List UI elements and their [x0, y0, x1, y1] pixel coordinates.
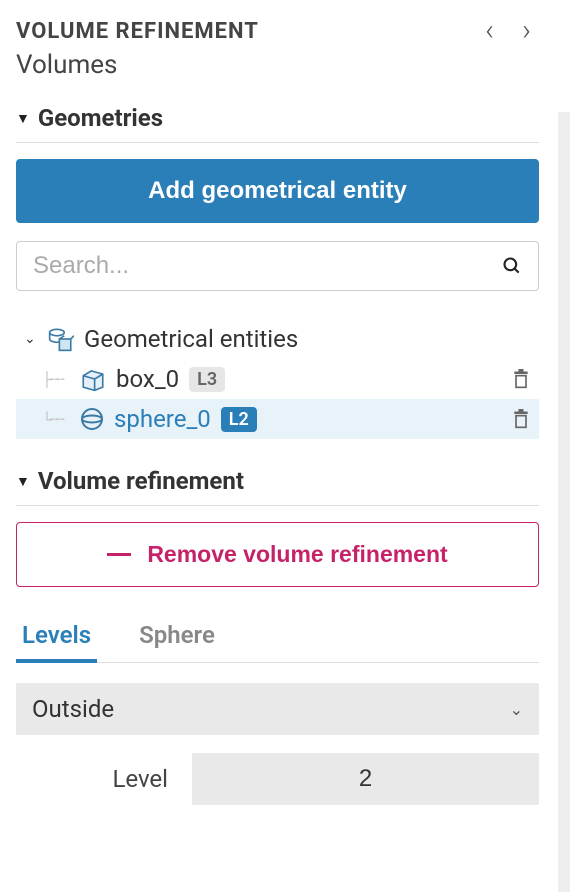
- minus-icon: [107, 553, 131, 556]
- tree-connector-icon: └╌╌: [42, 411, 70, 428]
- volume-refinement-section: ▼ Volume refinement Remove volume refine…: [16, 467, 539, 805]
- tree-connector-icon: ├╌╌: [42, 371, 70, 388]
- entity-tree: ⌄ Geometrical entities ├╌╌ box_0 L3: [16, 319, 539, 439]
- chevron-down-icon: ⌄: [24, 331, 38, 347]
- sphere-icon: [80, 407, 104, 431]
- chevron-down-icon: ⌄: [510, 700, 523, 719]
- remove-button-label: Remove volume refinement: [147, 541, 447, 568]
- tree-item-box[interactable]: ├╌╌ box_0 L3: [16, 359, 539, 399]
- disclosure-triangle-icon: ▼: [16, 473, 30, 490]
- nav-arrows: ‹ ›: [485, 16, 539, 46]
- scrollbar[interactable]: [558, 112, 570, 892]
- database-cube-icon: [48, 326, 74, 352]
- tree-item-sphere[interactable]: └╌╌ sphere_0 L2: [16, 399, 539, 439]
- add-geometrical-entity-button[interactable]: Add geometrical entity: [16, 159, 539, 223]
- search-wrap: [16, 241, 539, 291]
- geometries-section-header[interactable]: ▼ Geometries: [16, 104, 539, 143]
- trash-icon[interactable]: [511, 408, 531, 430]
- tree-root-label: Geometrical entities: [84, 325, 298, 353]
- tree-item-label: box_0: [116, 365, 179, 393]
- page-title: VOLUME REFINEMENT: [16, 19, 259, 44]
- tabs: Levels Sphere: [16, 611, 539, 663]
- outside-dropdown[interactable]: Outside ⌄: [16, 683, 539, 735]
- volume-refinement-section-title: Volume refinement: [38, 467, 244, 495]
- search-input[interactable]: [33, 252, 502, 280]
- trash-icon[interactable]: [511, 368, 531, 390]
- dropdown-value: Outside: [32, 695, 114, 723]
- tree-root[interactable]: ⌄ Geometrical entities: [16, 319, 539, 359]
- level-badge: L3: [189, 367, 225, 392]
- subtitle: Volumes: [16, 50, 539, 80]
- tab-sphere[interactable]: Sphere: [133, 611, 221, 663]
- level-input[interactable]: [192, 753, 539, 805]
- nav-next-button[interactable]: ›: [522, 16, 531, 46]
- geometries-section: ▼ Geometries Add geometrical entity ⌄: [16, 104, 539, 439]
- disclosure-triangle-icon: ▼: [16, 110, 30, 127]
- level-field-label: Level: [16, 765, 176, 793]
- volume-refinement-section-header[interactable]: ▼ Volume refinement: [16, 467, 539, 506]
- nav-prev-button[interactable]: ‹: [485, 16, 494, 46]
- geometries-section-title: Geometries: [38, 104, 163, 132]
- tab-levels[interactable]: Levels: [16, 611, 97, 663]
- search-icon: [502, 256, 522, 276]
- cube-icon: [80, 366, 106, 392]
- level-field-row: Level: [16, 753, 539, 805]
- level-badge: L2: [221, 407, 257, 432]
- tree-item-label: sphere_0: [114, 405, 211, 433]
- remove-volume-refinement-button[interactable]: Remove volume refinement: [16, 522, 539, 587]
